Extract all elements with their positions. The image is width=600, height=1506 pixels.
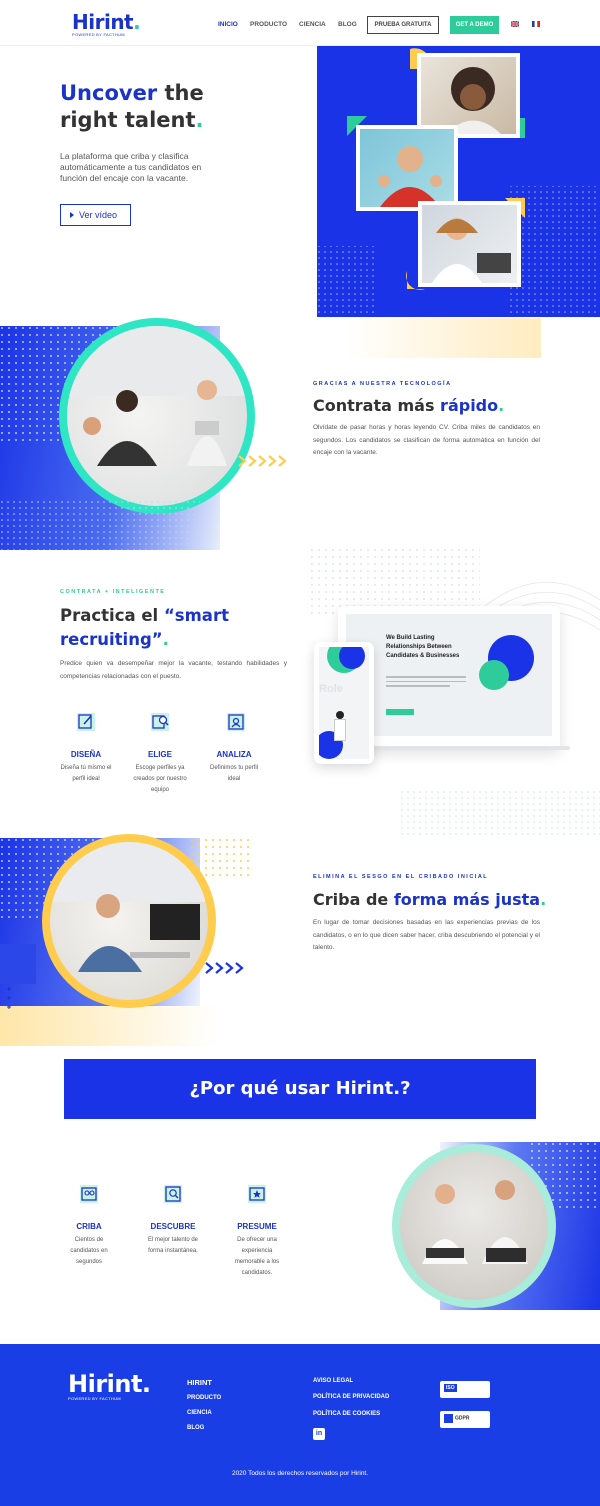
linkedin-icon[interactable]: in	[313, 1428, 325, 1440]
screen-candidates-icon	[80, 1185, 98, 1203]
section1-chevrons-icon	[238, 455, 287, 467]
get-a-demo-button[interactable]: GET A DEMO	[450, 16, 499, 34]
footer-link-cookies[interactable]: POLÍTICA DE COOKIES	[313, 1411, 380, 1417]
footer-link-aviso-legal[interactable]: AVISO LEGAL	[313, 1378, 353, 1384]
mockup-text-lines	[386, 676, 466, 698]
feature-descubre-desc: El mejor talento de forma instantánea.	[147, 1237, 199, 1254]
section2-title: Practica el “smart recruiting”.	[60, 606, 229, 649]
footer-link-hirint[interactable]: HIRINT	[187, 1378, 212, 1387]
header-logo[interactable]: Hirint. POWERED BY FACTHUM	[72, 10, 141, 37]
candidate-photo-man	[356, 125, 458, 211]
feature-analiza-desc: Definimos tu perfil ideal	[209, 765, 259, 782]
nav-ciencia[interactable]: CIENCIA	[299, 21, 326, 28]
gdpr-compliant-badge: GDPR	[440, 1411, 490, 1428]
section2-description: Predice quien va desempeñar mejor la vac…	[60, 660, 287, 680]
mockup-cta	[386, 709, 414, 715]
phone-screen: Role	[319, 647, 369, 759]
discover-talent-icon	[164, 1185, 182, 1203]
copyright-text: 2020 Todos los derechos reservados por H…	[231, 1470, 369, 1477]
phone-role-text: Role	[319, 683, 343, 695]
section3-title: Criba de forma más justa.	[313, 890, 547, 909]
feature-disena-title: DISEÑA	[70, 750, 102, 759]
page: Hirint. POWERED BY FACTHUM INICIO PRODUC…	[0, 0, 600, 1506]
france-flag-icon[interactable]	[532, 21, 540, 27]
section3-yellow-stripe	[0, 1006, 220, 1046]
section3-chevrons-icon	[205, 962, 244, 974]
footer-link-producto[interactable]: PRODUCTO	[187, 1395, 221, 1401]
hero-title: Uncover the right talent.	[60, 81, 204, 132]
section1-lower-dots	[0, 500, 200, 550]
section3-description: En lugar de tomar decisiones basadas en …	[313, 919, 540, 951]
feature-descubre-title: DESCUBRE	[150, 1222, 196, 1231]
iso-certification-badge: ISO	[440, 1381, 490, 1398]
design-icon	[77, 713, 95, 731]
section2-lower-dots	[400, 790, 600, 835]
feature-elige-title: ELIGE	[147, 750, 172, 759]
experience-icon	[248, 1185, 266, 1203]
site-header: Hirint. POWERED BY FACTHUM INICIO PRODUC…	[0, 0, 600, 46]
feature-elige-desc: Escoge perfiles ya creados por nuestro e…	[133, 765, 187, 793]
footer-link-ciencia[interactable]: CIENCIA	[187, 1410, 212, 1416]
nav-blog[interactable]: BLOG	[338, 21, 357, 28]
footer-logo[interactable]: Hirint. POWERED BY FACTHUM	[68, 1370, 151, 1401]
prueba-gratuita-button[interactable]: PRUEBA GRATUITA	[367, 16, 439, 34]
section1-meeting-photo	[59, 318, 255, 514]
uk-flag-icon[interactable]	[511, 21, 519, 27]
ver-video-button[interactable]: Ver vídeo	[60, 204, 131, 226]
laptop-screen: We Build Lasting Relationships Between C…	[346, 614, 552, 736]
why-hirint-banner: ¿Por qué usar Hirint.?	[64, 1059, 536, 1119]
feature-criba-desc: Cientos de candidatos en segundos	[70, 1237, 108, 1265]
phone-mockup: Role	[314, 642, 374, 764]
candidate-photo-laptop	[418, 201, 521, 287]
play-icon	[70, 212, 74, 218]
nav-producto[interactable]: PRODUCTO	[250, 21, 287, 28]
section1-yellow-stripe	[345, 318, 541, 358]
site-footer	[0, 1344, 600, 1506]
section3-plus-icons	[7, 987, 11, 1009]
footer-link-privacidad[interactable]: POLÍTICA DE PRIVACIDAD	[313, 1394, 389, 1400]
choose-profile-icon	[151, 713, 169, 731]
nav-inicio[interactable]: INICIO	[218, 21, 238, 28]
section1-description: Olvídate de pasar horas y horas leyendo …	[313, 424, 540, 456]
feature-analiza-title: ANALIZA	[216, 750, 252, 759]
section2-eyebrow: CONTRATA + INTELIGENTE	[60, 589, 166, 595]
section3-office-photo	[42, 834, 216, 1008]
feature-presume-title: PRESUME	[237, 1222, 277, 1231]
section1-title: Contrata más rápido.	[313, 396, 505, 415]
mockup-heading: We Build Lasting Relationships Between C…	[386, 635, 460, 659]
section3-accent-block	[0, 944, 36, 984]
feature-disena-desc: Diseña tú mismo el perfil ideal	[60, 765, 112, 782]
section4-interview-photo	[392, 1144, 556, 1308]
footer-link-blog[interactable]: BLOG	[187, 1425, 204, 1431]
mockup-teal-circle	[479, 660, 509, 690]
section1-eyebrow: GRACIAS A NUESTRA TECNOLOGÍA	[313, 381, 452, 387]
analyze-icon	[227, 713, 245, 731]
feature-criba-title: CRIBA	[76, 1222, 102, 1231]
hero-description: La plataforma que criba y clasifica auto…	[60, 151, 202, 183]
section3-eyebrow: ELIMINA EL SESGO EN EL CRIBADO INICIAL	[313, 874, 489, 880]
feature-presume-desc: De ofrecer una experiencia memorable a l…	[234, 1237, 280, 1276]
